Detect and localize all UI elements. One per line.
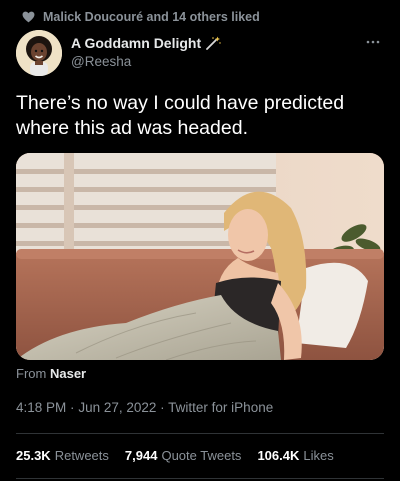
heart-icon <box>22 11 35 23</box>
author-names: A Goddamn Delight @Reesha <box>71 35 221 69</box>
quote-tweets-count: 7,944 <box>124 448 158 463</box>
media-source[interactable]: From Naser <box>16 366 86 381</box>
author-handle[interactable]: @Reesha <box>71 54 221 69</box>
divider <box>16 433 384 434</box>
likes-label: Likes <box>303 448 334 463</box>
tweet-stats: 25.3K Retweets 7,944 Quote Tweets 106.4K Li… <box>16 448 334 463</box>
tweet-date[interactable]: Jun 27, 2022 <box>78 400 156 415</box>
divider <box>16 478 384 479</box>
avatar[interactable] <box>16 30 62 76</box>
tweet-text: There’s no way I could have predicted wh… <box>16 92 345 139</box>
tweet-time[interactable]: 4:18 PM <box>16 400 66 415</box>
quote-tweets-label: Quote Tweets <box>161 448 242 463</box>
meta-separator: · <box>70 400 75 415</box>
avatar-image <box>16 30 62 76</box>
retweets-count: 25.3K <box>16 448 51 463</box>
quote-tweets-stat[interactable]: 7,944 Quote Tweets <box>125 448 242 463</box>
display-name[interactable]: A Goddamn Delight <box>71 35 201 51</box>
retweets-label: Retweets <box>54 448 109 463</box>
social-context-text: Malick Doucouré and 14 others liked <box>43 10 260 24</box>
tweet-header: A Goddamn Delight @Reesha <box>16 30 384 76</box>
tweet-meta: 4:18 PM · Jun 27, 2022 · Twitter for iPh… <box>16 400 273 415</box>
source-prefix: From <box>16 366 47 381</box>
tweet-client[interactable]: Twitter for iPhone <box>168 400 273 415</box>
more-dots-icon[interactable] <box>362 34 384 48</box>
magic-wand-icon <box>206 36 221 50</box>
likes-count: 106.4K <box>257 448 300 463</box>
social-context[interactable]: Malick Doucouré and 14 others liked <box>22 10 260 24</box>
retweets-stat[interactable]: 25.3K Retweets <box>16 448 109 463</box>
video-thumbnail <box>16 153 384 360</box>
source-name[interactable]: Naser <box>50 366 86 381</box>
tweet-media[interactable] <box>16 153 384 360</box>
meta-separator: · <box>160 400 165 415</box>
likes-stat[interactable]: 106.4K Likes <box>257 448 333 463</box>
